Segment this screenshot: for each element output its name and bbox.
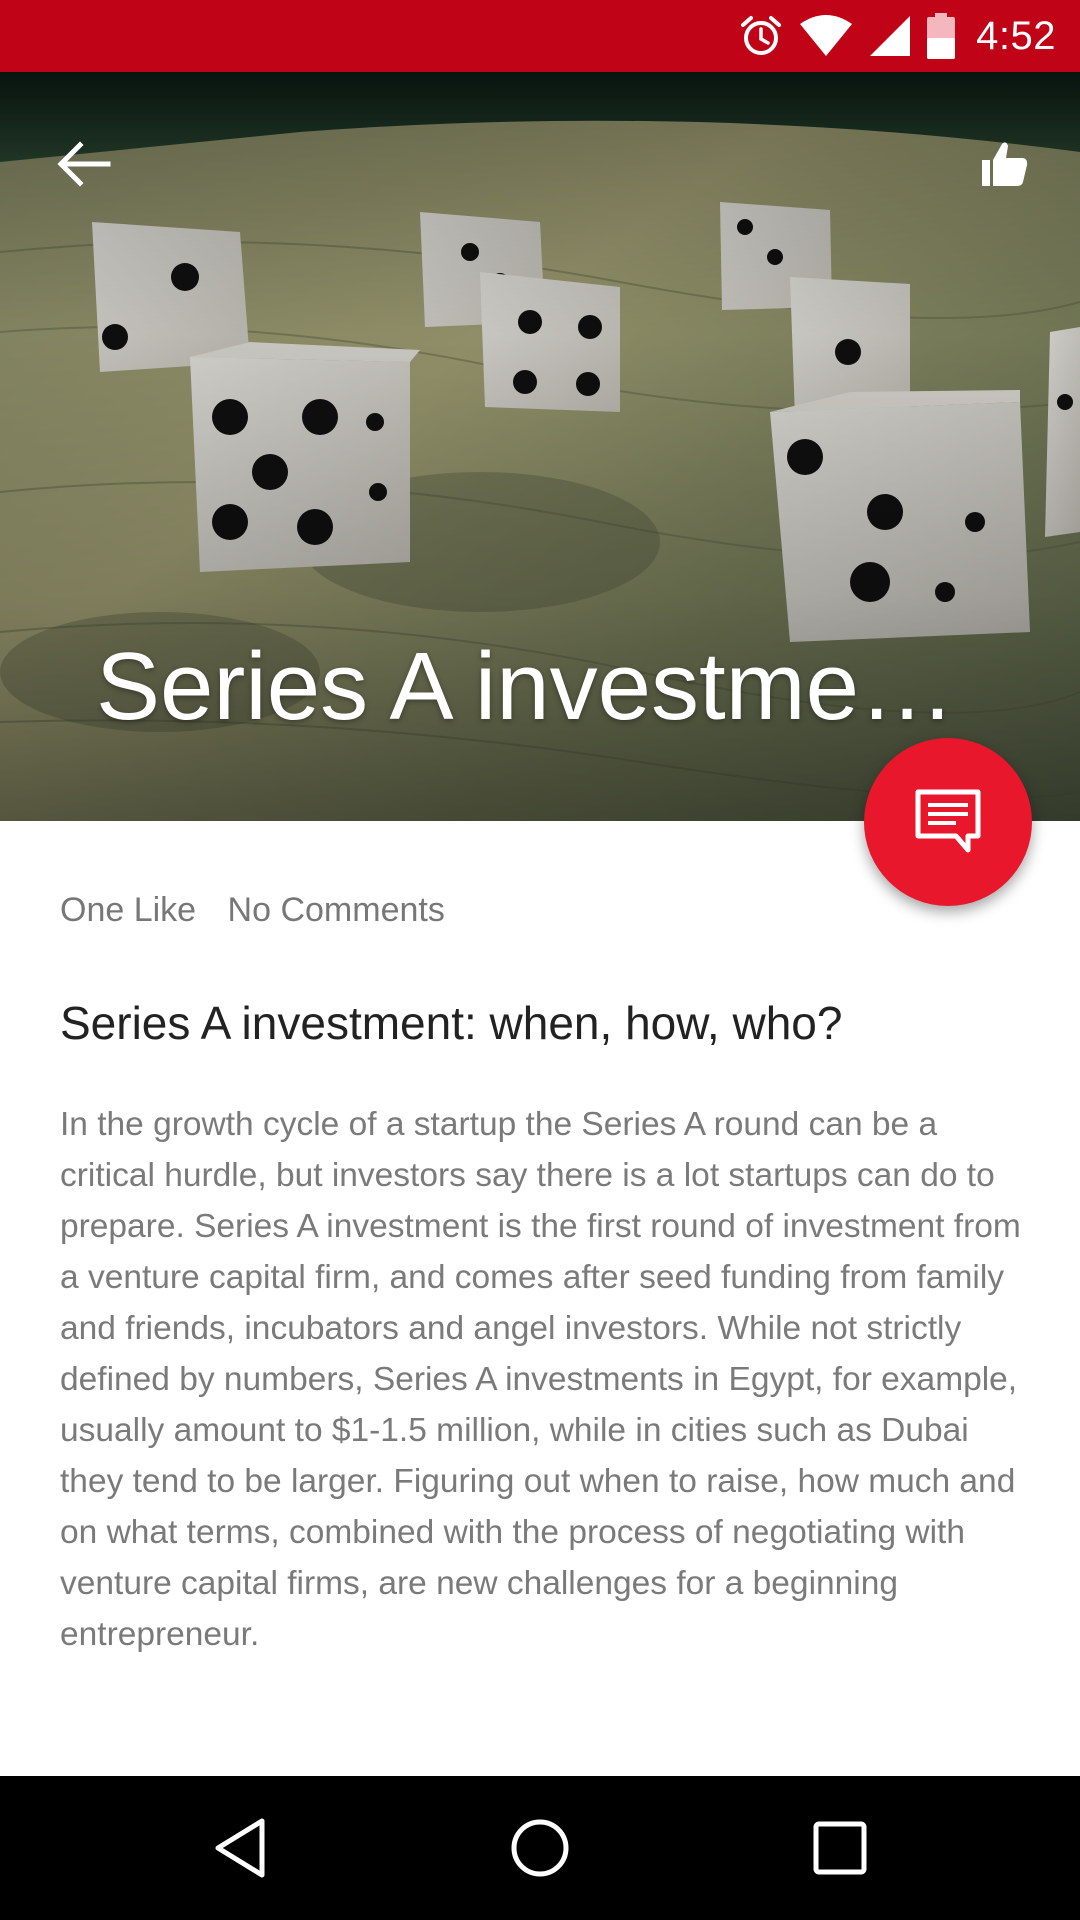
comments-count[interactable]: No Comments: [228, 891, 445, 929]
article-title: Series A investment: when, how, who?: [60, 997, 843, 1049]
like-button[interactable]: [964, 124, 1044, 204]
nav-recents-button[interactable]: [795, 1812, 885, 1884]
nav-home-button[interactable]: [495, 1812, 585, 1884]
wifi-icon: [798, 14, 854, 58]
article-screen: 4:52 Series A investment: One Like No Co…: [0, 0, 1080, 1920]
home-circle-icon: [511, 1819, 569, 1877]
battery-low-icon: [926, 12, 956, 60]
hero-title: Series A investment: when, how, who?: [96, 633, 976, 740]
comment-icon: [915, 789, 981, 853]
status-bar: 4:52: [0, 0, 1080, 72]
back-triangle-icon: [215, 1818, 265, 1878]
article-body: In the growth cycle of a startup the Ser…: [60, 1106, 1021, 1653]
status-time: 4:52: [976, 13, 1056, 58]
article-meta: One Like No Comments: [60, 891, 467, 930]
back-button[interactable]: [44, 124, 124, 204]
alarm-icon: [738, 13, 784, 59]
cell-signal-icon: [868, 14, 912, 58]
comment-fab-button[interactable]: [864, 738, 1032, 906]
hero-image: Series A investment: when, how, who?: [0, 72, 1080, 821]
recents-square-icon: [813, 1821, 867, 1875]
thumbs-up-icon: [982, 142, 1028, 186]
system-nav-bar: [0, 1776, 1080, 1920]
likes-count[interactable]: One Like: [60, 891, 196, 929]
nav-back-button[interactable]: [195, 1812, 285, 1884]
arrow-left-icon: [57, 141, 111, 187]
